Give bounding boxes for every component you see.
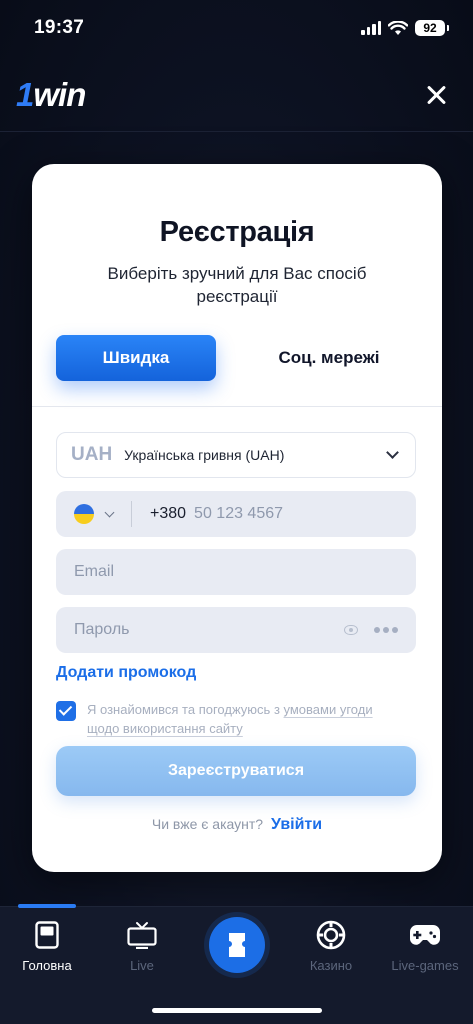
chevron-down-icon [386,446,399,459]
email-placeholder: Email [74,563,115,580]
login-prompt-row: Чи вже є акаунт? Увійти [32,816,442,834]
currency-code: UAH [71,444,113,465]
nav-item-betslip[interactable] [209,917,265,973]
status-time: 19:37 [34,17,85,38]
active-tab-indicator [18,904,76,908]
home-icon [35,921,59,949]
terms-text: Я ознайомився та погоджуюсь з умовами уг… [87,700,387,738]
nav-item-home[interactable]: Головна [2,919,92,973]
phone-country-code: +380 [150,505,187,522]
terms-checkbox[interactable] [56,701,76,721]
nav-label-live-games: Live-games [391,958,459,973]
cellular-signal-icon [361,21,381,35]
ticket-icon [229,933,245,957]
currency-select[interactable]: UAH Українська гривня (UAH) [56,432,416,478]
gamepad-icon [409,925,441,945]
nav-item-live-games[interactable]: Live-games [380,919,470,973]
login-prompt: Чи вже є акаунт? [151,816,264,832]
tv-icon [127,922,157,949]
modal-subtitle: Виберіть зручний для Вас спосіб реєстрац… [107,264,367,306]
currency-name: Українська гривня (UAH) [124,447,285,463]
login-link[interactable]: Увійти [271,816,322,833]
tab-quick[interactable]: Швидка [56,335,216,381]
close-icon[interactable] [425,84,447,106]
register-button[interactable]: Зареєструватися [56,746,416,796]
phone-separator [131,501,132,527]
phone-field[interactable]: +380 50 123 4567 [56,491,416,537]
logo-one: 1 [16,76,34,113]
add-promocode-link[interactable]: Додати промокод [56,664,196,682]
nav-label-live: Live [130,958,154,973]
status-icons: 92 [361,20,449,36]
tab-social[interactable]: Соц. мережі [244,335,414,381]
phone-placeholder[interactable]: 50 123 4567 [194,505,283,523]
more-dots-icon[interactable] [374,627,398,633]
ukraine-flag-icon[interactable] [74,504,94,524]
nav-item-casino[interactable]: Казино [286,919,376,973]
email-field[interactable]: Email [56,549,416,595]
battery-indicator: 92 [415,20,449,36]
password-field[interactable]: Пароль [56,607,416,653]
status-bar: 19:37 92 [0,0,473,56]
nav-label-casino: Казино [309,958,353,973]
password-placeholder: Пароль [74,621,130,638]
tabs-divider [32,406,442,407]
terms-prefix: Я ознайомився та погоджуюсь з [87,702,284,717]
country-chevron-down-icon[interactable] [104,507,115,517]
brand-logo[interactable]: 1 win [16,76,86,114]
registration-modal: Реєстрація Виберіть зручний для Вас спос… [32,164,442,872]
casino-chip-icon [316,920,346,950]
app-header: 1 win [0,62,473,128]
nav-label-home: Головна [22,958,72,973]
header-divider [0,131,473,132]
wifi-icon [388,20,408,35]
logo-win: win [33,76,86,113]
bottom-nav: Головна Live Казино Live-games [0,904,473,1024]
modal-title: Реєстрація [159,216,315,248]
password-icons [344,625,398,635]
nav-item-live[interactable]: Live [97,919,187,973]
eye-icon[interactable] [344,625,358,635]
home-indicator [152,1008,322,1013]
